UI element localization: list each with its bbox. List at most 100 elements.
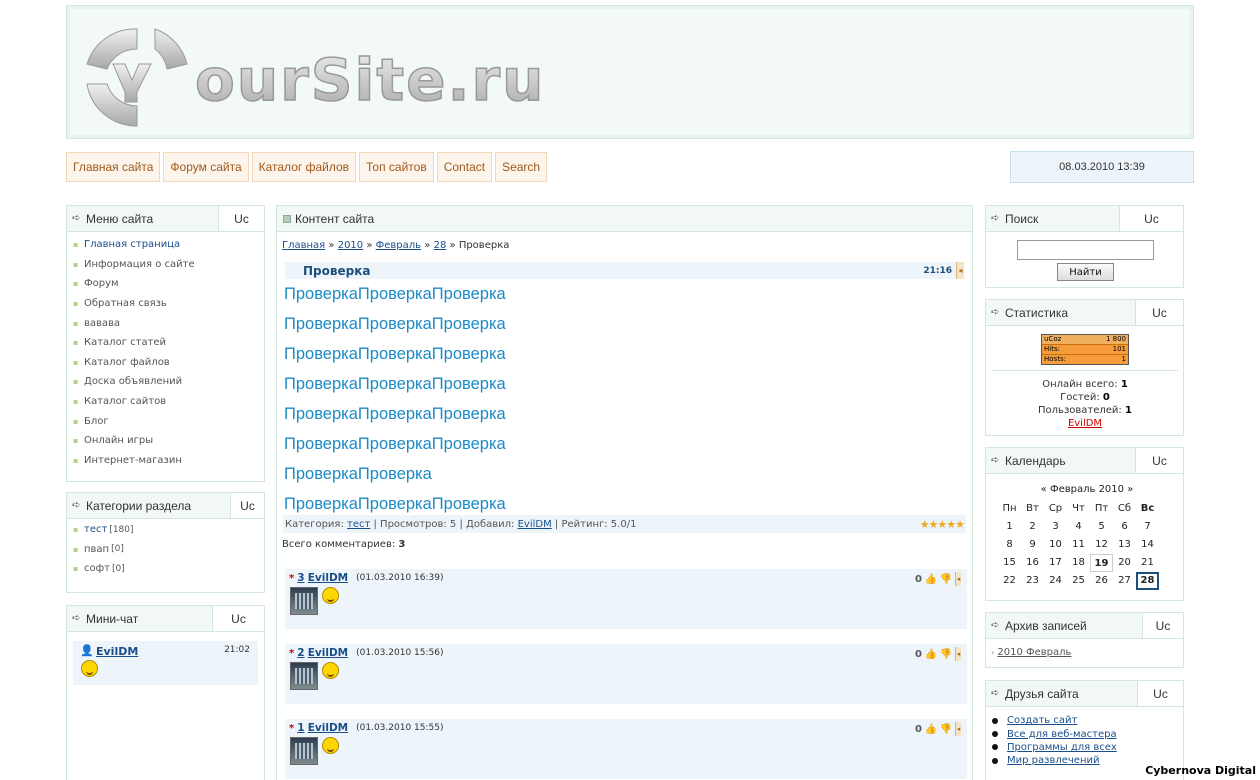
weekday-label: Чт	[1072, 503, 1085, 514]
search-input[interactable]	[1017, 240, 1154, 260]
category-item[interactable]: ▪ пвап [0]	[73, 540, 264, 560]
avatar	[290, 737, 318, 765]
online-user-link[interactable]: EvilDM	[1068, 418, 1102, 429]
content-block-title: Контент сайта	[295, 211, 375, 226]
ucoz-counter[interactable]: uCoz 1 800 Hits: 101 Hosts: 1	[1041, 334, 1129, 365]
calendar-day-with-entries[interactable]: 19	[1090, 554, 1113, 572]
category-item[interactable]: ▪ тест [180]	[73, 520, 264, 540]
comment-options-icon[interactable]: ◂	[955, 647, 961, 661]
thumb-down-icon[interactable]: 👎	[940, 648, 952, 660]
calendar-day: 4	[1075, 521, 1082, 532]
menu-item-vavava[interactable]: ▪ вавава	[73, 313, 264, 333]
uc-button[interactable]: Uc	[1135, 448, 1183, 473]
asterisk-icon: *	[289, 722, 295, 734]
menu-item-feedback[interactable]: ▪ Обратная связь	[73, 294, 264, 314]
menu-item-shop[interactable]: ▪ Интернет-магазин	[73, 451, 264, 471]
uc-button[interactable]: Uc	[230, 493, 264, 518]
calendar-day: 6	[1121, 521, 1128, 532]
calendar-day: 26	[1095, 575, 1108, 586]
bullet-icon: ▪	[73, 318, 79, 328]
chat-username[interactable]: EvilDM	[96, 645, 138, 658]
search-button[interactable]: Найти	[1057, 263, 1114, 281]
breadcrumb-month[interactable]: Февраль	[376, 240, 421, 251]
author-link[interactable]: EvilDM	[518, 519, 552, 530]
friend-link[interactable]: Создать сайт	[1007, 715, 1077, 726]
uc-button[interactable]: Uc	[1119, 206, 1183, 231]
bullet-icon: ▪	[73, 259, 79, 269]
calendar-day: 17	[1049, 557, 1062, 568]
calendar: « Февраль 2010 » Пн Вт Ср Чт Пт Сб Вс 1 …	[998, 484, 1176, 590]
uc-button[interactable]: Uc	[1135, 300, 1183, 325]
nav-top-sites[interactable]: Топ сайтов	[359, 152, 434, 182]
thumb-down-icon[interactable]: 👎	[940, 723, 952, 735]
uc-button[interactable]: Uc	[1142, 613, 1183, 638]
arrow-right-icon: ➪	[991, 307, 1000, 318]
friend-link[interactable]: Все для веб-мастера	[1007, 729, 1117, 740]
category-name[interactable]: софт	[84, 563, 110, 574]
calendar-month-nav[interactable]: « Февраль 2010 »	[998, 484, 1176, 500]
calendar-block-title: Календарь	[1005, 453, 1066, 468]
bullet-icon: ▪	[73, 544, 79, 554]
menu-item-files[interactable]: ▪ Каталог файлов	[73, 353, 264, 373]
thumb-up-icon[interactable]: 👍	[925, 648, 937, 660]
menu-item-about[interactable]: ▪ Информация о сайте	[73, 255, 264, 275]
breadcrumb-home[interactable]: Главная	[282, 240, 325, 251]
calendar-day: 1	[1006, 521, 1013, 532]
category-name[interactable]: пвап	[84, 544, 109, 555]
category-link[interactable]: тест	[347, 519, 370, 530]
friend-link[interactable]: Программы для всех	[1007, 742, 1117, 753]
uc-button[interactable]: Uc	[218, 206, 264, 231]
online-user-row: EvilDM	[986, 417, 1184, 430]
comment-number[interactable]: 2	[297, 647, 304, 659]
thumb-up-icon[interactable]: 👍	[925, 723, 937, 735]
menu-item-blog[interactable]: ▪ Блог	[73, 411, 264, 431]
thumb-down-icon[interactable]: 👎	[940, 573, 952, 585]
breadcrumb-day[interactable]: 28	[434, 240, 447, 251]
site-logo[interactable]: ourSite.ru	[77, 24, 557, 134]
entry-options-icon[interactable]: ◂	[956, 262, 964, 279]
nav-search[interactable]: Search	[495, 152, 548, 182]
menu-item-home[interactable]: ▪ Главная страница	[73, 235, 264, 255]
menu-item-sites[interactable]: ▪ Каталог сайтов	[73, 392, 264, 412]
breadcrumb-sep: »	[449, 240, 456, 251]
breadcrumb-year[interactable]: 2010	[338, 240, 363, 251]
search-block: ➪ Поиск Uc Найти	[985, 205, 1184, 288]
uc-button[interactable]: Uc	[212, 606, 264, 631]
menu-item-articles[interactable]: ▪ Каталог статей	[73, 333, 264, 353]
category-name[interactable]: тест	[84, 524, 107, 535]
arrow-right-icon: ➪	[991, 688, 1000, 699]
comments-total: Всего комментариев: 3	[277, 533, 972, 550]
category-item[interactable]: ▪ софт [0]	[73, 559, 264, 579]
comment-author[interactable]: EvilDM	[308, 647, 348, 659]
minichat-block-title: Мини-чат	[86, 611, 139, 626]
calendar-day-selected[interactable]: 28	[1136, 572, 1159, 590]
menu-item-board[interactable]: ▪ Доска объявлений	[73, 372, 264, 392]
comment-number[interactable]: 1	[297, 722, 304, 734]
nav-home[interactable]: Главная сайта	[66, 152, 161, 182]
entry-body: ПроверкаПроверкаПроверка ПроверкаПроверк…	[277, 279, 972, 515]
uc-button[interactable]: Uc	[1137, 681, 1183, 706]
menu-item-label: Блог	[84, 415, 109, 427]
comment-number[interactable]: 3	[297, 572, 304, 584]
rating-stars[interactable]: ★★★★★	[920, 518, 965, 531]
comment-options-icon[interactable]: ◂	[955, 572, 961, 586]
thumb-up-icon[interactable]: 👍	[925, 573, 937, 585]
asterisk-icon: *	[289, 647, 295, 659]
menu-item-games[interactable]: ▪ Онлайн игры	[73, 431, 264, 451]
comment-author[interactable]: EvilDM	[308, 722, 348, 734]
online-total: Онлайн всего: 1	[986, 378, 1184, 391]
archive-block: ➪ Архив записей Uc › 2010 Февраль	[985, 612, 1184, 668]
entry-text-line: ПроверкаПроверкаПроверка	[284, 285, 506, 303]
nav-forum[interactable]: Форум сайта	[163, 152, 249, 182]
bullet-icon: ▪	[73, 564, 79, 574]
comment-options-icon[interactable]: ◂	[955, 722, 961, 736]
weekday-label: Ср	[1048, 503, 1063, 514]
menu-item-forum[interactable]: ▪ Форум	[73, 274, 264, 294]
nav-contact[interactable]: Contact	[436, 152, 493, 182]
archive-link[interactable]: 2010 Февраль	[997, 647, 1071, 658]
friend-link[interactable]: Мир развлечений	[1007, 755, 1099, 766]
comment-author[interactable]: EvilDM	[308, 572, 348, 584]
nav-files[interactable]: Каталог файлов	[251, 152, 357, 182]
comment-date: (01.03.2010 16:39)	[356, 573, 444, 583]
content-block: Контент сайта Главная » 2010 » Февраль »…	[276, 205, 973, 780]
